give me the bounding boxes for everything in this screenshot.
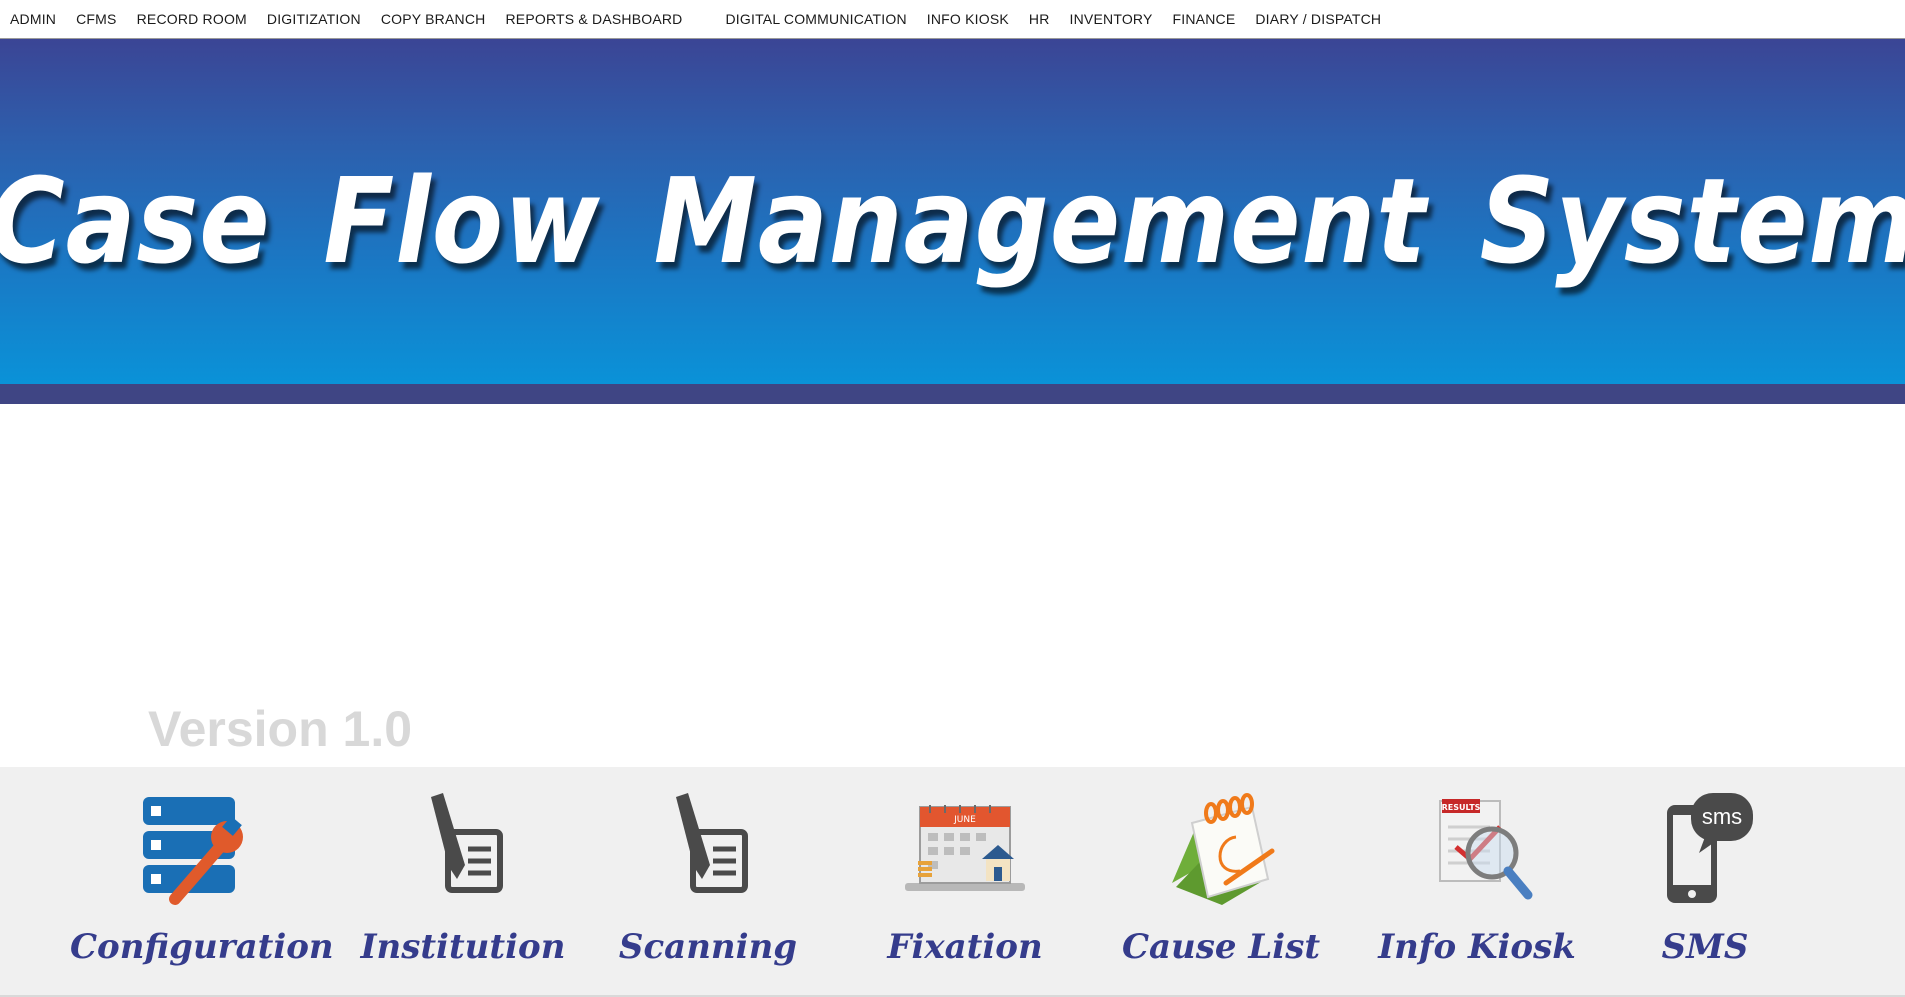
server-wrench-icon (143, 797, 243, 905)
tile-label: Configuration (70, 927, 334, 967)
tile-label: Fixation (887, 927, 1043, 967)
magnifier-results-icon: RESULTS (1439, 799, 1533, 900)
tile-sms[interactable]: sms SMS (1585, 787, 1825, 987)
tile-fixation[interactable]: JUNE Fixation (845, 787, 1085, 987)
tile-scanning[interactable]: Scanning (588, 787, 828, 987)
pen-document-icon (431, 793, 503, 893)
menu-digital-communication[interactable]: DIGITAL COMMUNICATION (716, 0, 917, 38)
notepad-icon (1172, 793, 1275, 905)
results-badge: RESULTS (1442, 803, 1481, 812)
menu-reports-dashboard[interactable]: REPORTS & DASHBOARD (495, 0, 692, 38)
menu-digitization[interactable]: DIGITIZATION (257, 0, 371, 38)
menu-inventory[interactable]: INVENTORY (1060, 0, 1163, 38)
sms-text: sms (1702, 804, 1742, 829)
pen-document-icon (676, 793, 748, 893)
menu-info-kiosk[interactable]: INFO KIOSK (917, 0, 1019, 38)
menu-hr[interactable]: HR (1019, 0, 1060, 38)
menu-admin[interactable]: ADMIN (0, 0, 66, 38)
tile-label: Cause List (1121, 927, 1321, 967)
tile-label: Scanning (618, 927, 798, 967)
tile-configuration[interactable]: Configuration (70, 787, 334, 987)
banner-title: Case Flow Management System (0, 151, 1905, 290)
menu-bar: ADMIN CFMS RECORD ROOM DIGITIZATION COPY… (0, 0, 1905, 39)
menu-finance[interactable]: FINANCE (1163, 0, 1246, 38)
menu-cfms[interactable]: CFMS (66, 0, 126, 38)
calendar-house-icon: JUNE (905, 805, 1025, 891)
tile-info-kiosk[interactable]: RESULTS Info Kiosk (1357, 787, 1597, 987)
menu-record-room[interactable]: RECORD ROOM (127, 0, 257, 38)
menu-diary-dispatch[interactable]: DIARY / DISPATCH (1245, 0, 1391, 38)
module-launcher: Configuration Institution Scanning JUNE (0, 767, 1905, 997)
tile-label: Info Kiosk (1378, 927, 1576, 967)
menu-copy-branch[interactable]: COPY BRANCH (371, 0, 496, 38)
sms-phone-icon: sms (1667, 793, 1753, 903)
tile-label: SMS (1661, 927, 1749, 967)
tile-cause-list[interactable]: Cause List (1101, 787, 1341, 987)
tile-label: Institution (360, 927, 566, 967)
calendar-month: JUNE (953, 815, 976, 825)
version-label: Version 1.0 (148, 701, 413, 757)
tile-institution[interactable]: Institution (343, 787, 583, 987)
title-banner: Case Flow Management System (0, 39, 1905, 384)
banner-strip (0, 384, 1905, 404)
